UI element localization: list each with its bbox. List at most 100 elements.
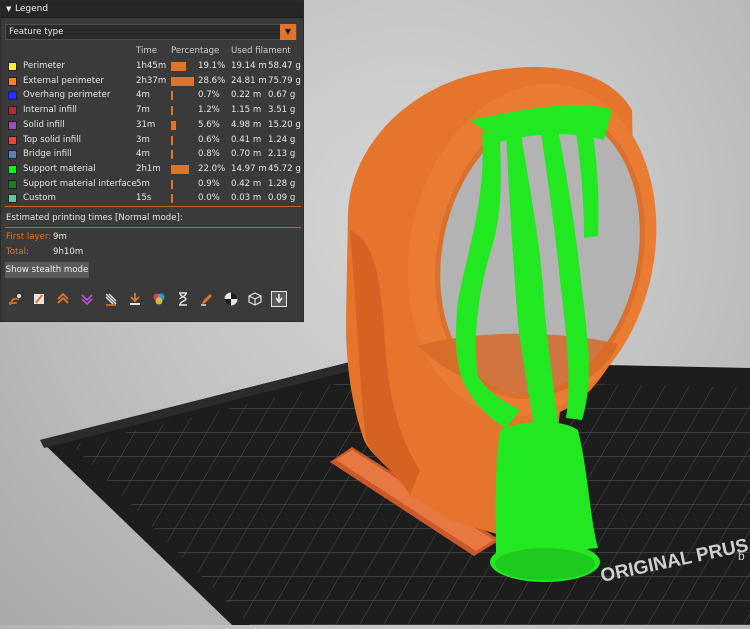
legend-row-time: 2h1m xyxy=(136,163,161,174)
legend-row-percentage: 0.0% xyxy=(198,193,220,204)
retractions-icon[interactable] xyxy=(55,291,71,307)
color-changes-icon[interactable] xyxy=(151,291,167,307)
legend-color-swatch xyxy=(8,194,17,204)
legend-percentage-bar xyxy=(171,179,173,189)
legend-row[interactable]: External perimeter 2h37m 28.6% 24.81 m 75.79… xyxy=(1,75,305,89)
legend-row[interactable]: Bridge infill 4m 0.8% 0.70 m 2.13 g xyxy=(1,148,305,162)
legend-color-swatch xyxy=(8,106,17,116)
column-header-time: Time xyxy=(136,46,158,56)
legend-row-time: 5m xyxy=(136,178,150,189)
legend-panel: ▼ Legend Feature type ▼ Time Percentage U… xyxy=(0,0,304,322)
legend-row-length: 24.81 m xyxy=(231,75,267,86)
chevron-down-icon[interactable]: ▼ xyxy=(280,24,296,40)
legend-percentage-bar xyxy=(171,76,194,86)
legend-row-percentage: 0.7% xyxy=(198,90,220,101)
legend-row-weight: 1.24 g xyxy=(268,134,296,145)
column-header-percentage: Percentage xyxy=(171,46,220,56)
legend-row-weight: 0.67 g xyxy=(268,90,296,101)
legend-row[interactable]: Internal infill 7m 1.2% 1.15 m 3.51 g xyxy=(1,104,305,118)
legend-row-percentage: 0.6% xyxy=(198,134,220,145)
wipe-icon[interactable] xyxy=(31,291,47,307)
legend-percentage-bar xyxy=(171,194,173,204)
legend-color-swatch xyxy=(8,179,17,189)
center-of-gravity-icon[interactable] xyxy=(223,291,239,307)
legend-row-time: 2h37m xyxy=(136,75,167,86)
legend-row-time: 31m xyxy=(136,119,156,130)
legend-row-length: 4.98 m xyxy=(231,119,262,130)
deretractions-icon[interactable] xyxy=(79,291,95,307)
show-stealth-mode-button[interactable]: Show stealth mode xyxy=(5,262,89,278)
legend-row[interactable]: Top solid infill 3m 0.6% 0.41 m 1.24 g xyxy=(1,134,305,148)
tool-marker-icon[interactable] xyxy=(271,291,287,307)
legend-row[interactable]: Overhang perimeter 4m 0.7% 0.22 m 0.67 g xyxy=(1,89,305,103)
collapse-triangle-icon[interactable]: ▼ xyxy=(6,1,15,17)
legend-row-length: 0.42 m xyxy=(231,178,262,189)
legend-row[interactable]: Custom 15s 0.0% 0.03 m 0.09 g xyxy=(1,192,305,206)
legend-row-time: 15s xyxy=(136,193,152,204)
legend-row[interactable]: Perimeter 1h45m 19.1% 19.14 m 58.47 g xyxy=(1,60,305,74)
legend-row-name: Support material xyxy=(23,163,96,174)
legend-row-name: External perimeter xyxy=(23,75,104,86)
legend-percentage-bar xyxy=(171,91,173,101)
legend-row-length: 0.03 m xyxy=(231,193,262,204)
legend-percentage-bar xyxy=(171,106,173,116)
legend-row-length: 0.70 m xyxy=(231,149,262,160)
column-header-filament: Used filament xyxy=(231,46,291,56)
legend-percentage-bar xyxy=(171,164,189,174)
estimated-times-title: Estimated printing times [Normal mode]: xyxy=(6,213,183,223)
legend-row-name: Internal infill xyxy=(23,105,77,116)
legend-row-name: Perimeter xyxy=(23,61,65,71)
legend-row[interactable]: Solid infill 31m 5.6% 4.98 m 15.20 g xyxy=(1,119,305,133)
legend-row-percentage: 1.2% xyxy=(198,105,220,116)
legend-row-name: Solid infill xyxy=(23,119,65,130)
legend-percentage-bar xyxy=(171,135,173,145)
tool-changes-icon[interactable] xyxy=(127,291,143,307)
legend-row-name: Custom xyxy=(23,193,56,204)
legend-row-length: 14.97 m xyxy=(231,163,267,174)
legend-row-weight: 58.47 g xyxy=(268,61,301,71)
legend-color-swatch xyxy=(8,76,17,86)
legend-color-swatch xyxy=(8,150,17,160)
legend-row-name: Support material interface xyxy=(23,178,137,189)
pause-icon[interactable] xyxy=(175,291,191,307)
legend-row-time: 3m xyxy=(136,134,150,145)
legend-row-percentage: 0.9% xyxy=(198,178,220,189)
legend-row-percentage: 5.6% xyxy=(198,119,220,130)
legend-row[interactable]: Support material interface 5m 0.9% 0.42 m 1.… xyxy=(1,178,305,192)
legend-color-swatch xyxy=(8,91,17,101)
legend-row-weight: 75.79 g xyxy=(268,75,301,86)
legend-row-weight: 2.13 g xyxy=(268,149,296,160)
legend-row-percentage: 22.0% xyxy=(198,163,226,174)
custom-gcode-icon[interactable] xyxy=(199,291,215,307)
first-layer-value: 9m xyxy=(53,232,67,242)
legend-row-weight: 45.72 g xyxy=(268,163,301,174)
legend-color-swatch xyxy=(8,120,17,130)
total-label: Total: xyxy=(6,247,29,257)
legend-row-weight: 1.28 g xyxy=(268,178,296,189)
legend-row-time: 7m xyxy=(136,105,150,116)
legend-header[interactable]: ▼ Legend xyxy=(1,1,303,18)
legend-row-length: 0.41 m xyxy=(231,134,262,145)
view-type-select[interactable]: Feature type ▼ xyxy=(5,24,297,40)
legend-row-percentage: 19.1% xyxy=(198,61,226,71)
legend-row-name: Overhang perimeter xyxy=(23,90,111,101)
legend-row-time: 4m xyxy=(136,149,150,160)
legend-separator xyxy=(5,206,301,207)
legend-percentage-bar xyxy=(171,62,187,71)
legend-row-weight: 3.51 g xyxy=(268,105,296,116)
travel-icon[interactable] xyxy=(7,291,23,307)
legend-row[interactable]: Support material 2h1m 22.0% 14.97 m 45.72 g xyxy=(1,163,305,177)
bed-brand-sub: b xyxy=(738,549,745,563)
view-type-value: Feature type xyxy=(9,27,64,37)
legend-row-time: 4m xyxy=(136,90,150,101)
shells-icon[interactable] xyxy=(247,291,263,307)
legend-color-swatch xyxy=(8,62,17,71)
total-value: 9h10m xyxy=(53,247,84,257)
legend-row-time: 1h45m xyxy=(136,61,167,71)
legend-row-percentage: 28.6% xyxy=(198,75,226,86)
first-layer-label: First layer: xyxy=(6,232,52,242)
seams-icon[interactable] xyxy=(103,291,119,307)
legend-row-weight: 0.09 g xyxy=(268,193,296,204)
legend-row-weight: 15.20 g xyxy=(268,119,301,130)
legend-row-length: 19.14 m xyxy=(231,61,267,71)
